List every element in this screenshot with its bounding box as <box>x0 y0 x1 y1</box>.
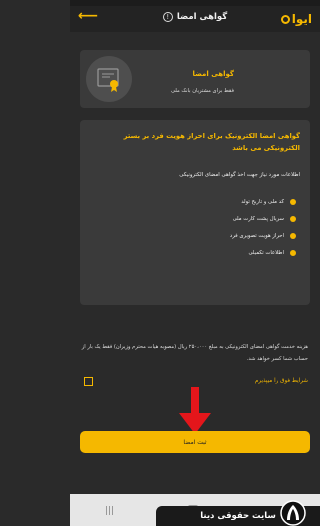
app-header: ایوا گواهی امضا ! ⟵ <box>70 6 320 32</box>
requirement-label: اطلاعات تکمیلی <box>248 249 284 256</box>
requirements-title: اطلاعات مورد نیاز جهت اخذ گواهی امضای ال… <box>179 172 300 178</box>
certificate-card-subtitle: فقط برای مشتریان بانک ملی <box>170 88 234 94</box>
fee-notice: هزینه خدمت گواهی امضای الکترونیکی به مبل… <box>81 344 308 362</box>
bullet-icon <box>290 215 296 222</box>
bullet-icon <box>290 198 296 205</box>
certificate-graphic <box>97 68 119 92</box>
bullet-icon <box>290 232 296 239</box>
terms-checkbox[interactable] <box>84 377 93 386</box>
certificate-card-title: گواهی امضا <box>192 70 235 78</box>
info-icon[interactable]: ! <box>162 12 173 22</box>
watermark-text: سایت حقوقی دینا <box>200 511 276 521</box>
page-title: گواهی امضا <box>176 12 228 22</box>
info-card: گواهی امضا الکترونیک برای احراز هویت فرد… <box>80 120 310 305</box>
submit-signature-button[interactable]: ثبت امضا <box>80 431 310 453</box>
arrow-left-icon[interactable]: ⟵ <box>78 8 98 24</box>
list-item: احراز هویت تصویری فرد <box>230 227 296 244</box>
list-item: اطلاعات تکمیلی <box>230 244 296 261</box>
terms-row[interactable]: شرایط فوق را میپذیرم <box>82 377 308 386</box>
certificate-icon <box>86 56 132 102</box>
bullet-icon <box>290 249 296 256</box>
requirements-list: کد ملی و تاریخ تولد سریال پشت کارت ملی ا… <box>230 193 296 261</box>
recents-icon[interactable] <box>104 506 113 515</box>
requirement-label: احراز هویت تصویری فرد <box>229 232 284 239</box>
header-title-group: گواهی امضا ! <box>70 12 320 22</box>
certificate-card: گواهی امضا فقط برای مشتریان بانک ملی <box>80 50 310 108</box>
list-item: کد ملی و تاریخ تولد <box>230 193 296 210</box>
requirement-label: سریال پشت کارت ملی <box>232 215 284 222</box>
watermark-logo-icon <box>280 500 306 526</box>
requirement-label: کد ملی و تاریخ تولد <box>241 198 284 205</box>
terms-label[interactable]: شرایط فوق را میپذیرم <box>255 378 308 384</box>
info-card-title: گواهی امضا الکترونیک برای احراز هویت فرد… <box>123 132 300 152</box>
list-item: سریال پشت کارت ملی <box>230 210 296 227</box>
